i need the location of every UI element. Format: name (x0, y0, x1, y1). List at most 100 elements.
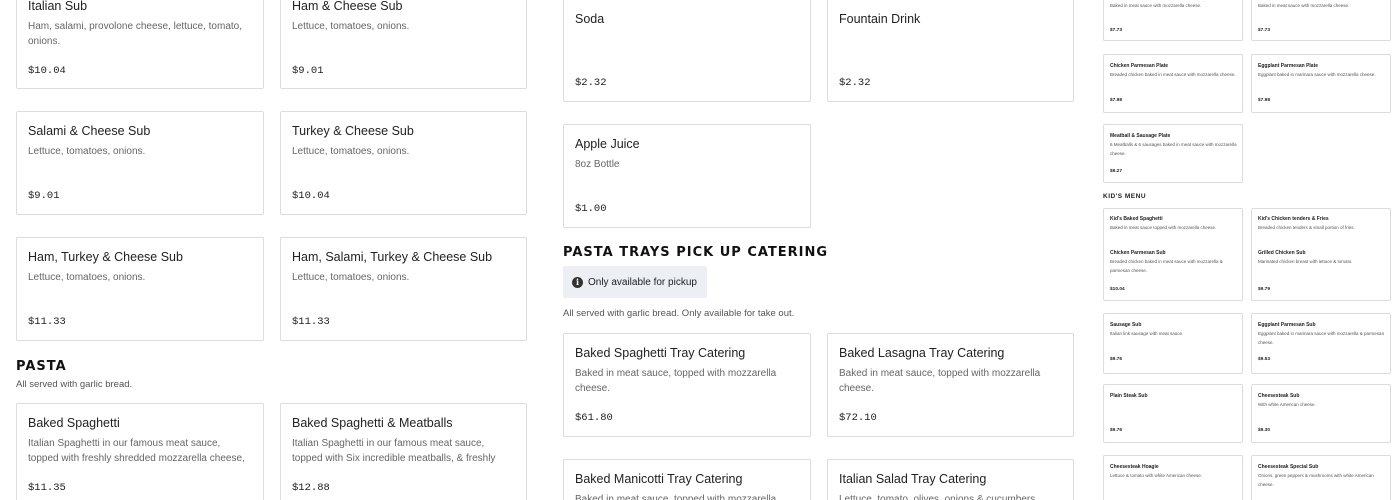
item-description: Lettuce, tomatoes, onions. (292, 146, 410, 157)
menu-item-card[interactable]: Ham, Turkey & Cheese Sub Lettuce, tomato… (16, 237, 264, 341)
item-title: Eggplant Parmesan Plate (1258, 63, 1319, 69)
item-title: Baked Manicotti Tray Catering (575, 472, 743, 486)
item-description: Eggplant baked in marinara sauce with mo… (1258, 72, 1376, 77)
item-price: $10.04 (292, 190, 330, 202)
menu-item-card[interactable]: Italian Salad Tray Catering Lettuce, tom… (827, 459, 1074, 500)
item-description: 6 Meatballs & 6 sausages baked in meat s… (1110, 142, 1237, 156)
notice-text: Only available for pickup (588, 277, 697, 288)
item-title: Italian Salad Tray Catering (839, 472, 987, 486)
menu-item-card[interactable]: Baked in meat sauce with mozzarella chee… (1103, 0, 1243, 41)
item-title: Ham, Turkey & Cheese Sub (28, 250, 183, 264)
item-description: Baked in meat sauce with mozzarella chee… (1258, 3, 1350, 8)
menu-item-card[interactable]: Baked Spaghetti & Meatballs Italian Spag… (280, 403, 527, 500)
menu-item-card[interactable]: Eggplant Parmesan Plate Eggplant baked i… (1251, 54, 1391, 113)
item-price: $9.01 (292, 65, 324, 77)
item-description: Breaded chicken baked in meat sauce with… (1110, 259, 1223, 273)
item-title: Cheesesteak Hoagie (1110, 464, 1159, 470)
item-description: Lettuce, tomatoes, onions. (292, 21, 410, 32)
item-price: $10.04 (28, 65, 66, 77)
item-description: Breaded chicken baked in meat sauce with… (1110, 72, 1236, 77)
menu-item-card[interactable]: Ham & Cheese Sub Lettuce, tomatoes, onio… (280, 0, 527, 89)
menu-item-card[interactable]: Cheesesteak Sub With white American chee… (1251, 384, 1391, 443)
item-title: Turkey & Cheese Sub (292, 124, 414, 138)
menu-item-card[interactable]: Ham, Salami, Turkey & Cheese Sub Lettuce… (280, 237, 527, 341)
menu-item-card[interactable]: Kid's Baked Spaghetti Baked in meat sauc… (1103, 208, 1243, 301)
item-description: Italian Spaghetti in our famous meat sau… (292, 438, 496, 464)
menu-item-card[interactable]: Baked Spaghetti Italian Spaghetti in our… (16, 403, 264, 500)
item-price: $1.00 (575, 203, 607, 215)
item-price: $9.76 (1110, 357, 1123, 362)
menu-item-card[interactable]: Baked in meat sauce with mozzarella chee… (1251, 0, 1391, 41)
menu-item-card[interactable]: Meatball & Sausage Plate 6 Meatballs & 6… (1103, 124, 1243, 183)
item-title: Meatball & Sausage Plate (1110, 133, 1171, 139)
menu-item-card[interactable]: Turkey & Cheese Sub Lettuce, tomatoes, o… (280, 111, 527, 215)
item-title: Cheesesteak Special Sub (1258, 464, 1319, 470)
item-title: Kid's Baked Spaghetti (1110, 216, 1163, 222)
item-description: 8oz Bottle (575, 159, 620, 170)
item-title: Grilled Chicken Sub (1258, 250, 1306, 256)
item-description: Baked in meat sauce with mozzarella chee… (1110, 3, 1202, 8)
item-description: Italian link sausage with meat sauce. (1110, 331, 1184, 336)
item-description: Baked in meat sauce, topped with mozzare… (575, 494, 777, 500)
item-title: Italian Sub (28, 0, 88, 13)
menu-item-card[interactable]: Cheesesteak Hoagie Lettuce & tomato with… (1103, 455, 1243, 500)
item-price: $11.35 (28, 482, 66, 494)
section-subtitle: All served with garlic bread. Only avail… (563, 308, 795, 319)
item-title: Baked Spaghetti & Meatballs (292, 416, 453, 430)
item-price: $9.01 (28, 190, 60, 202)
item-description: Onions, green peppers & mushrooms with w… (1258, 473, 1374, 487)
item-price: $11.33 (28, 316, 66, 328)
menu-item-card[interactable]: Italian Sub Ham, salami, provolone chees… (16, 0, 264, 89)
item-title: Baked Spaghetti Tray Catering (575, 346, 746, 360)
item-description: Lettuce, tomatoes, onions. (292, 272, 410, 283)
item-title: Baked Spaghetti (28, 416, 120, 430)
item-title: Soda (575, 12, 605, 26)
menu-item-card[interactable]: Plain Steak Sub $9.76 (1103, 384, 1243, 443)
item-price: $9.76 (1110, 428, 1123, 433)
menu-item-card[interactable]: Cheesesteak Special Sub Onions, green pe… (1251, 455, 1391, 500)
menu-item-card[interactable]: Eggplant Parmesan Sub Eggplant baked in … (1251, 313, 1391, 374)
menu-item-card[interactable]: Soda $2.32 (563, 0, 811, 102)
item-description: Italian Spaghetti in our famous meat sau… (28, 438, 245, 464)
item-title: Fountain Drink (839, 12, 921, 26)
item-price: $72.10 (839, 412, 877, 424)
section-title-pasta: PASTA (16, 359, 67, 374)
item-price: $9.30 (1258, 428, 1271, 433)
pickup-notice: i Only available for pickup (563, 266, 707, 298)
item-description: Baked in meat sauce, topped with mozzare… (839, 368, 1041, 394)
item-title: Chicken Parmesan Plate (1110, 63, 1169, 69)
item-title: Baked Lasagna Tray Catering (839, 346, 1005, 360)
item-title: Ham & Cheese Sub (292, 0, 403, 13)
item-price: $2.32 (575, 77, 607, 89)
item-price: $7.73 (1110, 28, 1123, 33)
item-title: Apple Juice (575, 137, 640, 151)
menu-item-card[interactable]: Baked Lasagna Tray Catering Baked in mea… (827, 333, 1074, 437)
menu-item-card[interactable]: Kid's Chicken tenders & Fries Breaded ch… (1251, 208, 1391, 301)
item-title: Salami & Cheese Sub (28, 124, 151, 138)
menu-item-card[interactable]: Salami & Cheese Sub Lettuce, tomatoes, o… (16, 111, 264, 215)
menu-item-card[interactable]: Sausage Sub Italian link sausage with me… (1103, 313, 1243, 374)
menu-page: { "col1": [ {"title": "Italian Sub", "de… (0, 0, 1400, 500)
item-price: $9.53 (1258, 357, 1271, 362)
section-title-kids: KID'S MENU (1103, 193, 1147, 200)
menu-item-card[interactable]: Baked Spaghetti Tray Catering Baked in m… (563, 333, 811, 437)
menu-item-card[interactable]: Fountain Drink $2.32 (827, 0, 1074, 102)
item-price: $10.04 (1110, 287, 1125, 292)
item-title: Cheesesteak Sub (1258, 393, 1300, 399)
item-title: Kid's Chicken tenders & Fries (1258, 216, 1329, 222)
menu-item-card[interactable]: Baked Manicotti Tray Catering Baked in m… (563, 459, 811, 500)
item-price: $12.88 (292, 482, 330, 494)
item-price: $61.80 (575, 412, 613, 424)
item-description: Baked in meat sauce, topped with mozzare… (575, 368, 777, 394)
item-description: Lettuce, tomato, olives, onions & cucumb… (839, 494, 1038, 500)
item-description: Lettuce, tomatoes, onions. (28, 272, 146, 283)
item-description: Ham, salami, provolone cheese, lettuce, … (28, 21, 242, 47)
item-price: $7.73 (1258, 28, 1271, 33)
section-title-catering: PASTA TRAYS PICK UP CATERING (563, 245, 829, 260)
menu-item-card[interactable]: Apple Juice 8oz Bottle $1.00 (563, 124, 811, 228)
item-description: Baked in meat sauce topped with mozzarel… (1110, 225, 1217, 230)
menu-item-card[interactable]: Chicken Parmesan Plate Breaded chicken b… (1103, 54, 1243, 113)
item-price: $9.27 (1110, 169, 1123, 174)
item-description: Eggplant baked in marinara sauce with mo… (1258, 331, 1385, 345)
item-description: Lettuce & tomato with white American che… (1110, 473, 1203, 478)
